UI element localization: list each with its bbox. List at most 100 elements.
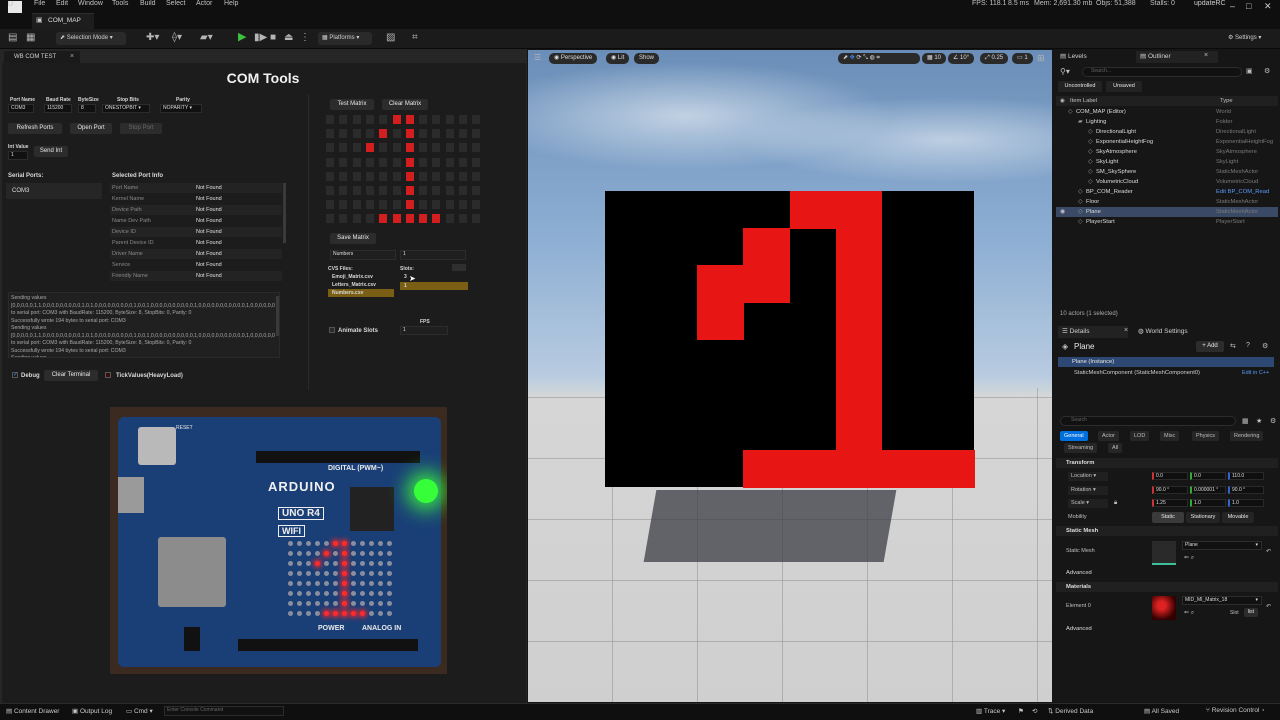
notifications-icon[interactable]: ⚑	[1018, 707, 1024, 715]
matrix-cell[interactable]	[392, 129, 401, 139]
unsaved-button[interactable]: Unsaved	[1106, 81, 1142, 92]
menu-edit[interactable]: Edit	[56, 0, 68, 7]
matrix-cell-on[interactable]	[405, 214, 414, 224]
animate-checkbox[interactable]	[329, 327, 335, 333]
matrix-cell[interactable]	[326, 129, 334, 139]
add-component-button[interactable]: + Add	[1196, 341, 1224, 352]
advanced-material-row[interactable]: Advanced	[1056, 624, 1278, 634]
tick-checkbox[interactable]	[105, 372, 111, 378]
matrix-cell[interactable]	[352, 214, 361, 224]
fps-input[interactable]: 1	[400, 326, 448, 335]
matrix-cell[interactable]	[352, 186, 361, 195]
csv-file-item[interactable]: Emoji_Matrix.csv	[332, 274, 373, 280]
output-log-button[interactable]: ▣ Output Log	[72, 707, 112, 715]
baud-input[interactable]: 115200	[44, 104, 72, 113]
matrix-cell[interactable]	[419, 186, 428, 195]
matrix-cell[interactable]	[445, 157, 454, 167]
tab-lod[interactable]: LOD	[1130, 431, 1150, 441]
outliner-settings-icon[interactable]: ⚙	[1264, 67, 1270, 75]
blueprint-convert-icon[interactable]: ⇆	[1230, 342, 1236, 350]
matrix-cell[interactable]	[392, 186, 401, 195]
matrix-cell-on[interactable]	[392, 214, 401, 224]
matrix-cell[interactable]	[392, 143, 401, 153]
matrix-cell[interactable]	[445, 200, 454, 210]
blueprint-icon[interactable]: ⟠▾	[172, 33, 182, 43]
outliner-row[interactable]: ◇ BP_COM_Reader Edit BP_COM_Read	[1056, 187, 1278, 197]
slots-scroll-handle[interactable]	[452, 264, 466, 271]
matrix-cell[interactable]	[326, 157, 334, 167]
filter-icon[interactable]: ⚲▾	[1060, 67, 1070, 76]
matrix-cell[interactable]	[432, 186, 441, 195]
parity-select[interactable]: NOPARITY ▾	[160, 104, 202, 113]
selection-mode-button[interactable]: ⬈ Selection Mode ▾	[56, 32, 126, 45]
matrix-cell[interactable]	[419, 115, 428, 124]
matrix-cell[interactable]	[379, 200, 388, 210]
matrix-cell[interactable]	[379, 157, 388, 167]
show-button[interactable]: Show	[634, 53, 660, 64]
source-control-sync-icon[interactable]: ⟲	[1032, 707, 1037, 715]
matrix-cell[interactable]	[459, 129, 467, 139]
matrix-cell[interactable]	[472, 186, 481, 195]
led-matrix-grid[interactable]	[326, 115, 486, 229]
settings-button[interactable]: ⚙ Settings ▾	[1224, 32, 1276, 45]
trace-button[interactable]: ▥ Trace ▾	[976, 707, 1005, 715]
outliner-row[interactable]: ◇ DirectionalLight DirectionalLight	[1056, 127, 1278, 137]
col-item-label[interactable]: Item Label	[1070, 98, 1097, 104]
matrix-cell[interactable]	[472, 171, 481, 181]
add-folder-icon[interactable]: ▣	[1246, 67, 1253, 75]
matrix-cell[interactable]	[445, 171, 454, 181]
material-select[interactable]: MID_MI_Matrix_18 ▾	[1182, 596, 1262, 605]
details-search-input[interactable]: Search	[1060, 416, 1236, 426]
matrix-cell[interactable]	[365, 214, 374, 224]
csv-file-item[interactable]: Letters_Matrix.csv	[332, 282, 376, 288]
matrix-cell[interactable]	[472, 200, 481, 210]
matrix-cell[interactable]	[352, 200, 361, 210]
map-tab[interactable]: ▣ COM_MAP	[32, 13, 94, 29]
send-int-button[interactable]: Send Int	[34, 146, 68, 157]
grid-snap[interactable]: ▦ 10	[922, 53, 947, 64]
pixel-plane[interactable]	[605, 191, 975, 488]
all-saved-button[interactable]: ▤ All Saved	[1144, 707, 1179, 715]
minimize-icon[interactable]: –	[1230, 1, 1235, 11]
platforms-button[interactable]: ▦ Platforms ▾	[318, 32, 372, 45]
matrix-cell[interactable]	[472, 129, 481, 139]
world-settings-tab[interactable]: ◍ World Settings	[1138, 326, 1188, 338]
matrix-cell[interactable]	[459, 186, 467, 195]
matrix-cell[interactable]	[432, 143, 441, 153]
content-icon[interactable]: ▦	[26, 33, 35, 43]
matrix-cell[interactable]	[365, 129, 374, 139]
transform-section[interactable]: Transform	[1056, 458, 1278, 468]
details-tab[interactable]: ☰ Details	[1058, 326, 1128, 338]
close-window-icon[interactable]: ✕	[1264, 1, 1272, 12]
matrix-cell-on[interactable]	[379, 129, 388, 139]
matrix-cell-on[interactable]	[405, 157, 414, 167]
slot-item-selected[interactable]: 1	[400, 282, 468, 290]
outliner-row[interactable]: ◇ SkyAtmosphere SkyAtmosphere	[1056, 147, 1278, 157]
matrix-cell[interactable]	[365, 186, 374, 195]
matrix-cell[interactable]	[352, 157, 361, 167]
matrix-cell[interactable]	[379, 186, 388, 195]
matrix-cell[interactable]	[352, 129, 361, 139]
location-z[interactable]: 110.0	[1228, 472, 1264, 480]
tab-actor[interactable]: Actor	[1098, 431, 1119, 441]
component-row[interactable]: StaticMeshComponent (StaticMeshComponent…	[1074, 370, 1200, 376]
instance-row[interactable]: Plane (Instance)	[1058, 357, 1274, 367]
cinematics-icon[interactable]: ▰▾	[200, 33, 213, 43]
advanced-mesh-row[interactable]: Advanced	[1056, 568, 1278, 578]
hamburger-icon[interactable]: ☰	[534, 53, 541, 63]
use-selected-material-icon[interactable]: ⇐ ⌕	[1184, 609, 1194, 617]
port-name-input[interactable]: COM3	[8, 104, 34, 113]
console-input[interactable]: Enter Console Command	[164, 706, 284, 716]
menu-file[interactable]: File	[34, 0, 45, 7]
clear-matrix-button[interactable]: Clear Matrix	[382, 99, 428, 110]
location-x[interactable]: 0.0	[1152, 472, 1188, 480]
menu-select[interactable]: Select	[166, 0, 185, 7]
matrix-cell[interactable]	[459, 214, 467, 224]
outliner-row[interactable]: ◇ SkyLight SkyLight	[1056, 157, 1278, 167]
matrix-cell[interactable]	[326, 214, 334, 224]
matrix-cell[interactable]	[432, 115, 441, 124]
scale-snap[interactable]: ⤢ 0.25	[980, 53, 1009, 64]
matrix-cell[interactable]	[445, 129, 454, 139]
matrix-cell[interactable]	[419, 143, 428, 153]
outliner-row[interactable]: ◇ Floor StaticMeshActor	[1056, 197, 1278, 207]
